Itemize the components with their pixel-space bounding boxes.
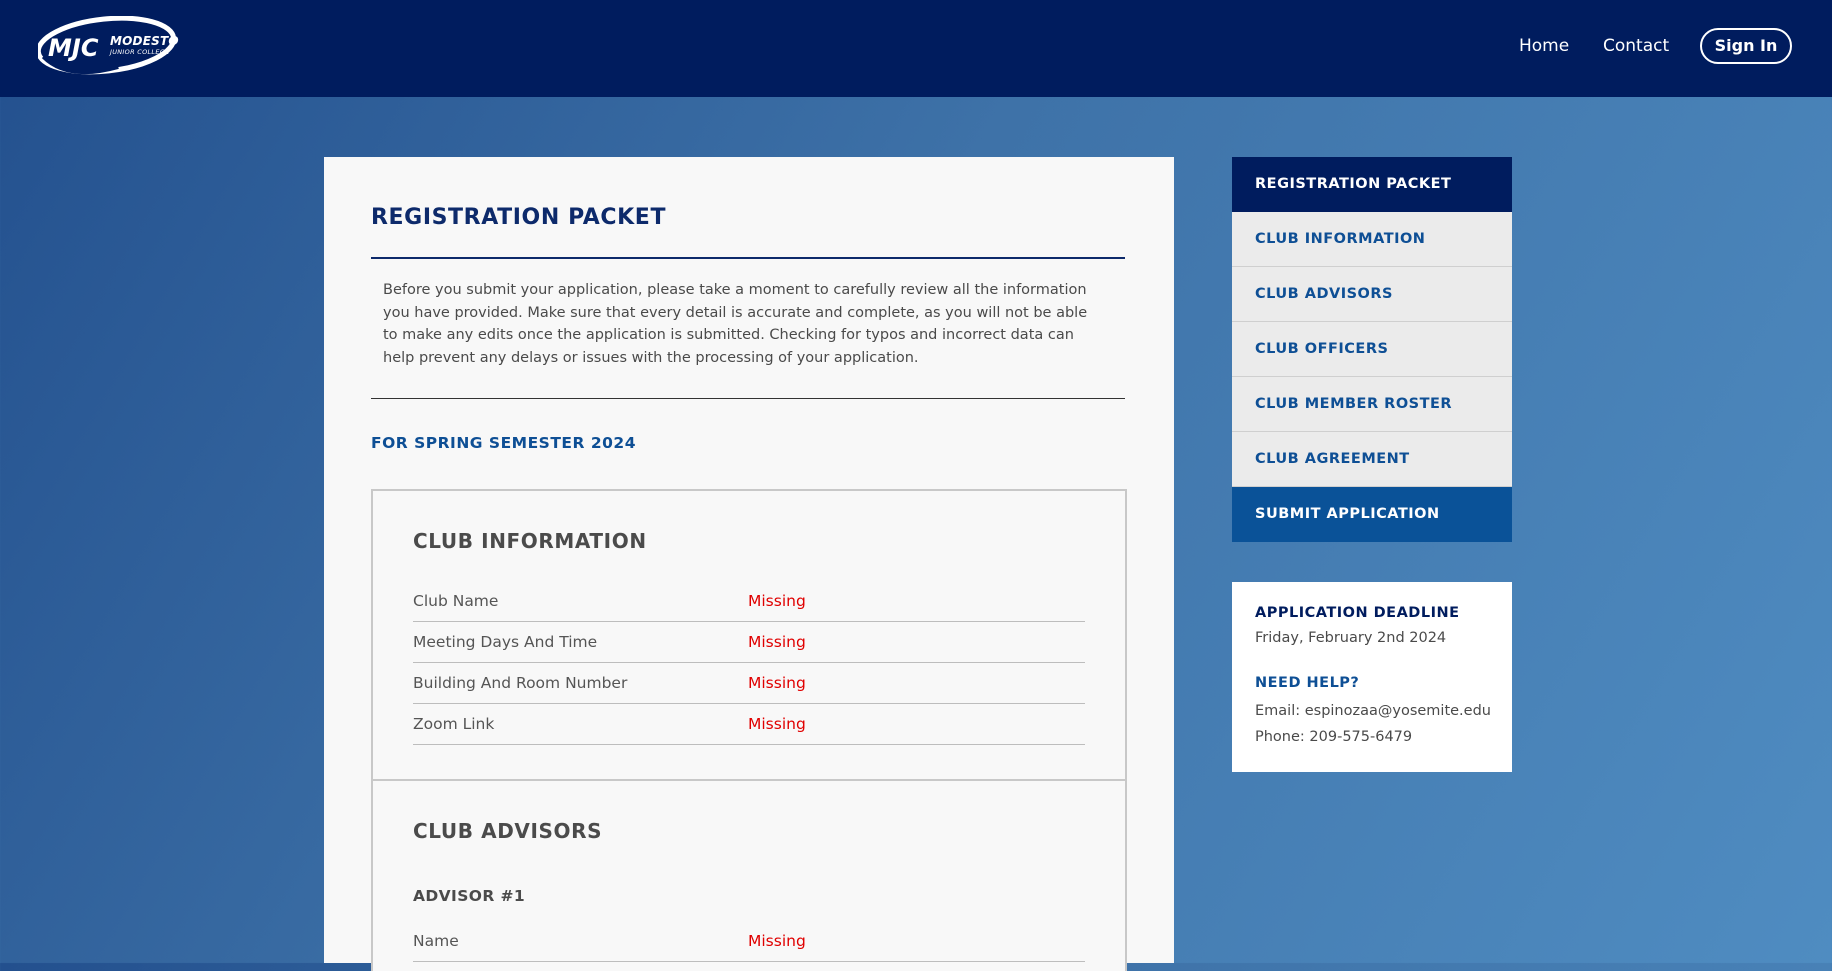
section-title: CLUB INFORMATION — [413, 529, 647, 553]
field-row-meeting-days: Meeting Days And Time Missing — [413, 623, 1085, 663]
page-title: REGISTRATION PACKET — [371, 205, 667, 230]
semester-heading: FOR SPRING SEMESTER 2024 — [371, 434, 636, 452]
nav-contact-link[interactable]: Contact — [1603, 36, 1669, 56]
field-status-missing: Missing — [748, 592, 806, 610]
nav-home-link[interactable]: Home — [1519, 36, 1569, 56]
sidebar-item-club-agreement[interactable]: CLUB AGREEMENT — [1232, 432, 1512, 487]
advisor-subtitle: ADVISOR #1 — [413, 887, 526, 905]
field-status-missing: Missing — [748, 932, 806, 950]
field-label: Meeting Days And Time — [413, 633, 598, 651]
sidebar-item-registration-packet[interactable]: REGISTRATION PACKET — [1232, 157, 1512, 212]
sidebar-item-club-advisors[interactable]: CLUB ADVISORS — [1232, 267, 1512, 322]
intro-divider — [371, 398, 1125, 399]
submit-application-button[interactable]: SUBMIT APPLICATION — [1232, 487, 1512, 542]
section-title: CLUB ADVISORS — [413, 819, 603, 843]
sidebar-item-club-officers[interactable]: CLUB OFFICERS — [1232, 322, 1512, 377]
college-logo[interactable]: MJC MODESTO JUNIOR COLLEGE — [38, 16, 179, 78]
top-navigation-bar: MJC MODESTO JUNIOR COLLEGE Home Contact … — [0, 0, 1832, 97]
intro-text: Before you submit your application, plea… — [383, 282, 1088, 366]
help-email[interactable]: Email: espinozaa@yosemite.edu — [1255, 703, 1491, 719]
sidebar-item-club-information[interactable]: CLUB INFORMATION — [1232, 212, 1512, 267]
logo-text-junior-college: JUNIOR COLLEGE — [110, 48, 170, 56]
help-title: NEED HELP? — [1255, 675, 1360, 691]
packet-side-navigation: REGISTRATION PACKET CLUB INFORMATION CLU… — [1232, 157, 1512, 542]
sign-in-button[interactable]: Sign In — [1700, 28, 1792, 64]
field-row-building-room: Building And Room Number Missing — [413, 664, 1085, 704]
svg-text:MJC: MJC — [48, 34, 99, 62]
club-advisors-section: CLUB ADVISORS ADVISOR #1 Name Missing — [371, 779, 1127, 971]
sidebar-item-club-member-roster[interactable]: CLUB MEMBER ROSTER — [1232, 377, 1512, 432]
field-label: Building And Room Number — [413, 674, 628, 692]
field-label: Zoom Link — [413, 715, 495, 733]
field-row-club-name: Club Name Missing — [413, 582, 1085, 622]
field-row-advisor-name: Name Missing — [413, 922, 1085, 962]
field-label: Club Name — [413, 592, 499, 610]
logo-text-modesto: MODESTO — [110, 34, 179, 48]
field-label: Name — [413, 932, 459, 950]
deadline-date: Friday, February 2nd 2024 — [1255, 630, 1447, 646]
help-phone: Phone: 209-575-6479 — [1255, 729, 1413, 745]
field-row-zoom-link: Zoom Link Missing — [413, 705, 1085, 745]
field-status-missing: Missing — [748, 633, 806, 651]
title-divider — [371, 257, 1125, 259]
deadline-title: APPLICATION DEADLINE — [1255, 605, 1460, 621]
registration-packet-card: REGISTRATION PACKET Before you submit yo… — [324, 157, 1174, 971]
deadline-help-box: APPLICATION DEADLINE Friday, February 2n… — [1232, 582, 1512, 772]
field-status-missing: Missing — [748, 674, 806, 692]
club-information-section: CLUB INFORMATION Club Name Missing Meeti… — [371, 489, 1127, 781]
field-status-missing: Missing — [748, 715, 806, 733]
